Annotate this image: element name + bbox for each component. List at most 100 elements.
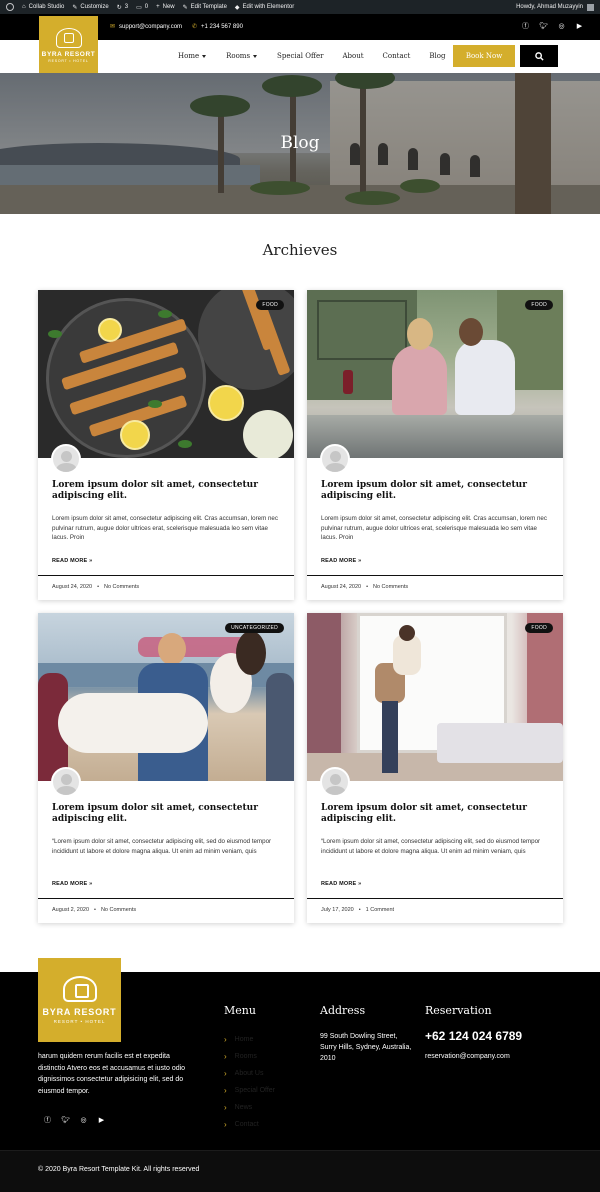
reservation-phone[interactable]: +62 124 024 6789 — [425, 1029, 522, 1043]
post-comments[interactable]: 1 Comment — [366, 907, 394, 915]
nav-item-about[interactable]: About — [342, 52, 363, 60]
page-title: Blog — [280, 133, 320, 153]
footer-address: 99 South Dowling Street, Surry Hills, Sy… — [320, 1033, 412, 1062]
footer-menu-item-home[interactable]: › Home — [224, 1031, 275, 1048]
top-phone[interactable]: ✆ +1 234 567 890 — [192, 23, 243, 31]
footer-menu-item-special-offer[interactable]: › Special Offer — [224, 1082, 275, 1099]
footer-menu-item-about-us[interactable]: › About Us — [224, 1065, 275, 1082]
post-meta: August 24, 2020 • No Comments — [38, 575, 294, 600]
post-comments[interactable]: No Comments — [101, 907, 136, 915]
admin-site-name[interactable]: ⌂ Collab Studio — [22, 4, 64, 10]
post-thumbnail[interactable] — [38, 613, 294, 781]
instagram-icon[interactable]: ◎ — [557, 21, 566, 30]
read-more-link[interactable]: READ MORE » — [52, 558, 92, 564]
brush-icon: ✎ — [72, 4, 78, 11]
admin-account[interactable]: Howdy, Ahmad Muzayyin — [516, 0, 594, 14]
admin-bar: ⌂ Collab Studio ✎ Customize ↻ 3 ▭ 0 + New ✎ Ed… — [0, 0, 600, 14]
nav-item-rooms[interactable]: Rooms — [226, 52, 258, 60]
twitter-icon[interactable]: 🐦︎ — [61, 1115, 70, 1124]
post-title[interactable]: Lorem ipsum dolor sit amet, consectetur … — [52, 480, 277, 502]
post-card: FOOD Lorem ipsum dolor sit amet, consect… — [38, 290, 294, 600]
meta-separator: • — [94, 907, 96, 913]
post-card: UNCATEGORIZED Lorem ipsum dolor sit amet… — [38, 613, 294, 923]
top-social-links: ⓕ 🐦︎ ◎ ▶ — [521, 21, 584, 30]
facebook-icon[interactable]: ⓕ — [43, 1115, 52, 1124]
nav-item-home[interactable]: Home — [178, 52, 207, 60]
chevron-right-icon: › — [224, 1120, 227, 1129]
footer-menu-item-news[interactable]: › News — [224, 1099, 275, 1116]
category-badge[interactable]: FOOD — [525, 623, 553, 633]
footer-menu-item-contact[interactable]: › Contact — [224, 1116, 275, 1133]
category-badge[interactable]: FOOD — [256, 300, 284, 310]
category-badge[interactable]: FOOD — [525, 300, 553, 310]
copyright-text: © 2020 Byra Resort Template Kit. All rig… — [38, 1166, 200, 1173]
read-more-link[interactable]: READ MORE » — [321, 881, 361, 887]
home-icon: ⌂ — [22, 4, 26, 10]
facebook-icon[interactable]: ⓕ — [521, 21, 530, 30]
read-more-link[interactable]: READ MORE » — [321, 558, 361, 564]
book-now-button[interactable]: Book Now — [453, 45, 515, 67]
author-avatar — [320, 444, 350, 474]
search-button[interactable] — [520, 45, 558, 67]
author-avatar — [320, 767, 350, 797]
top-email[interactable]: ✉ support@company.com — [110, 23, 182, 31]
nav-item-blog[interactable]: Blog — [429, 52, 445, 60]
chevron-right-icon: › — [224, 1086, 227, 1095]
post-title[interactable]: Lorem ipsum dolor sit amet, consectetur … — [52, 803, 277, 825]
nav-item-special-offer[interactable]: Special Offer — [277, 52, 323, 60]
search-icon — [534, 51, 544, 61]
instagram-icon[interactable]: ◎ — [79, 1115, 88, 1124]
admin-edit-elementor[interactable]: ◆ Edit with Elementor — [235, 4, 294, 11]
post-comments[interactable]: No Comments — [104, 584, 139, 592]
footer-menu-heading: Menu — [224, 1004, 256, 1017]
archive-heading: Archieves — [262, 241, 338, 259]
meta-separator: • — [97, 584, 99, 590]
admin-new[interactable]: + New — [156, 4, 175, 10]
post-excerpt: Lorem ipsum dolor sit amet, consectetur … — [321, 515, 547, 542]
admin-comments[interactable]: ▭ 0 — [136, 4, 148, 11]
chevron-right-icon: › — [224, 1035, 227, 1044]
admin-customize[interactable]: ✎ Customize — [72, 4, 108, 11]
footer-logo[interactable]: BYRA RESORT RESORT • HOTEL — [38, 958, 121, 1042]
post-thumbnail[interactable] — [307, 290, 563, 458]
youtube-icon[interactable]: ▶ — [575, 21, 584, 30]
author-avatar — [51, 767, 81, 797]
post-title[interactable]: Lorem ipsum dolor sit amet, consectetur … — [321, 480, 546, 502]
resort-crest-icon — [55, 27, 82, 48]
post-title[interactable]: Lorem ipsum dolor sit amet, consectetur … — [321, 803, 546, 825]
pencil-icon: ✎ — [182, 4, 188, 11]
post-date: August 24, 2020 — [52, 584, 93, 590]
post-comments[interactable]: No Comments — [373, 584, 408, 592]
post-excerpt: “Lorem ipsum dolor sit amet, consectetur… — [52, 838, 272, 855]
admin-updates[interactable]: ↻ 3 — [117, 4, 128, 11]
footer-social-links: ⓕ 🐦︎ ◎ ▶ — [43, 1115, 106, 1124]
meta-separator: • — [366, 584, 368, 590]
chevron-right-icon: › — [224, 1069, 227, 1078]
nav-menu: Home Rooms Special Offer About Contact B… — [178, 52, 445, 60]
post-meta: July 17, 2020 • 1 Comment — [307, 898, 563, 923]
nav-item-contact[interactable]: Contact — [383, 52, 411, 60]
author-avatar — [51, 444, 81, 474]
youtube-icon[interactable]: ▶ — [97, 1115, 106, 1124]
post-thumbnail[interactable] — [307, 613, 563, 781]
plus-icon: + — [156, 4, 160, 10]
phone-icon: ✆ — [192, 24, 198, 30]
twitter-icon[interactable]: 🐦︎ — [539, 21, 548, 30]
envelope-icon: ✉ — [110, 24, 116, 30]
site-logo[interactable]: BYRA RESORT RESORT • HOTEL — [39, 16, 98, 74]
post-card: FOOD Lorem ipsum dolor sit amet, consect… — [307, 290, 563, 600]
admin-edit-template[interactable]: ✎ Edit Template — [183, 4, 227, 11]
post-thumbnail[interactable] — [38, 290, 294, 458]
wordpress-icon[interactable] — [6, 3, 14, 11]
read-more-link[interactable]: READ MORE » — [52, 881, 92, 887]
footer-menu-item-rooms[interactable]: › Rooms — [224, 1048, 275, 1065]
post-meta: August 24, 2020 • No Comments — [307, 575, 563, 600]
category-badge[interactable]: UNCATEGORIZED — [225, 623, 284, 633]
caret-down-icon — [202, 54, 207, 58]
refresh-icon: ↻ — [116, 4, 122, 11]
footer-address-heading: Address — [320, 1004, 366, 1017]
post-date: July 17, 2020 — [321, 907, 354, 913]
post-excerpt: Lorem ipsum dolor sit amet, consectetur … — [52, 515, 278, 542]
reservation-email[interactable]: reservation@company.com — [425, 1053, 510, 1060]
meta-separator: • — [358, 907, 361, 913]
